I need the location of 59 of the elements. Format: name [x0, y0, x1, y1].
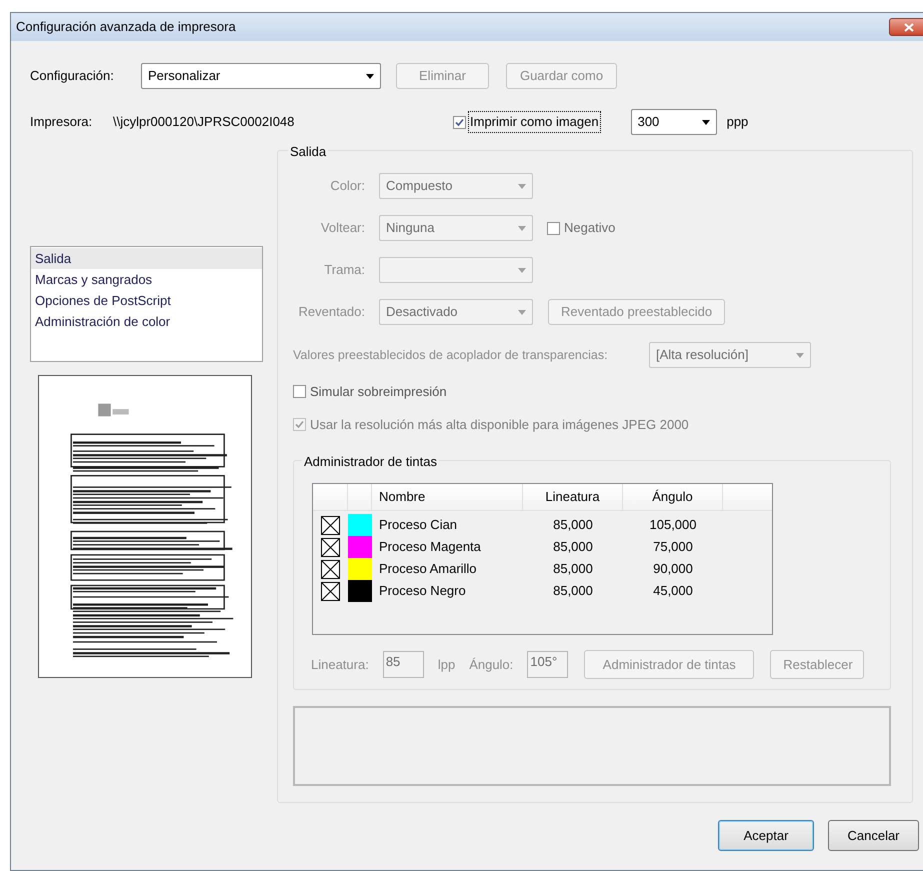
category-item[interactable]: Opciones de PostScript: [31, 290, 262, 311]
printer-path: \\jcylpr000120\JPRSC0002I048: [113, 113, 296, 132]
ink-lineature: 85,000: [552, 582, 594, 600]
dialog-button[interactable]: Aceptar: [718, 820, 814, 851]
crossed-box-icon: [321, 538, 340, 556]
ink-row[interactable]: Proceso Cian 85,000 105,000: [313, 514, 772, 536]
ink-row[interactable]: Proceso Negro 85,000 45,000: [313, 580, 772, 602]
close-icon: [904, 22, 914, 32]
ink-name: Proceso Amarillo: [378, 560, 478, 578]
configuration-dropdown[interactable]: Personalizar: [141, 63, 381, 89]
column-header[interactable]: Nombre: [372, 484, 523, 510]
crossed-box-icon: [321, 560, 340, 578]
ink-lineature: 85,000: [552, 538, 594, 556]
checkbox[interactable]: [293, 385, 306, 398]
field-label: Reventado:: [298, 303, 366, 322]
ink-name: Proceso Magenta: [378, 538, 482, 556]
dropdown-caret-icon: [518, 268, 526, 272]
category-item[interactable]: Salida: [31, 248, 262, 269]
checkbox[interactable]: [453, 116, 466, 128]
dialog-button[interactable]: Cancelar: [828, 820, 919, 851]
resolution-dropdown[interactable]: 300: [630, 109, 717, 135]
lineature-unit: lpp: [438, 656, 456, 674]
ink-angle: 105,000: [648, 516, 698, 534]
ink-name: Proceso Negro: [378, 582, 467, 600]
crossed-box-icon: [321, 516, 340, 534]
flattener-label: Valores preestablecidos de acoplador de transparencias:: [293, 346, 609, 364]
ink-angle: 90,000: [652, 560, 694, 578]
lineature-field[interactable]: 85: [382, 651, 424, 678]
option-checkbox[interactable]: Simular sobreimpresión: [293, 382, 893, 402]
ink-angle: 75,000: [652, 538, 694, 556]
field-label: Color:: [329, 177, 366, 196]
dropdown-caret-icon: [518, 310, 526, 314]
printer-label: Impresora:: [30, 113, 94, 132]
window-title: Configuración avanzada de impresora: [16, 18, 236, 36]
resolution-unit: ppp: [726, 113, 748, 132]
ink-name: Proceso Cian: [378, 516, 458, 534]
ink-lineature: 85,000: [552, 560, 594, 578]
field-label: Voltear:: [320, 219, 366, 238]
close-button[interactable]: [889, 18, 923, 36]
dropdown-caret-icon: [518, 226, 526, 230]
category-item[interactable]: Administración de color: [31, 311, 262, 332]
angle-field[interactable]: 105°: [527, 651, 568, 678]
ink-row[interactable]: Proceso Magenta 85,000 75,000: [313, 536, 772, 558]
ink-lineature: 85,000: [552, 516, 594, 534]
column-header[interactable]: Ángulo: [623, 484, 723, 510]
dropdown-caret-icon: [702, 120, 710, 124]
crossed-box-icon: [321, 582, 340, 600]
lineature-label: Lineatura:: [311, 656, 369, 674]
category-item[interactable]: Marcas y sangrados: [31, 269, 262, 290]
dropdown-caret-icon: [796, 352, 804, 358]
column-header[interactable]: Lineatura: [523, 484, 623, 510]
dropdown-caret-icon: [366, 74, 374, 78]
ink-angle: 45,000: [652, 582, 694, 600]
flattener-dropdown[interactable]: [Alta resolución]: [649, 342, 811, 368]
configuration-label: Configuración:: [30, 67, 115, 86]
field-label: Trama:: [323, 261, 366, 280]
angle-label: Ángulo:: [469, 656, 514, 674]
ink-row[interactable]: Proceso Amarillo 85,000 90,000: [313, 558, 772, 580]
dropdown-caret-icon: [518, 184, 526, 188]
